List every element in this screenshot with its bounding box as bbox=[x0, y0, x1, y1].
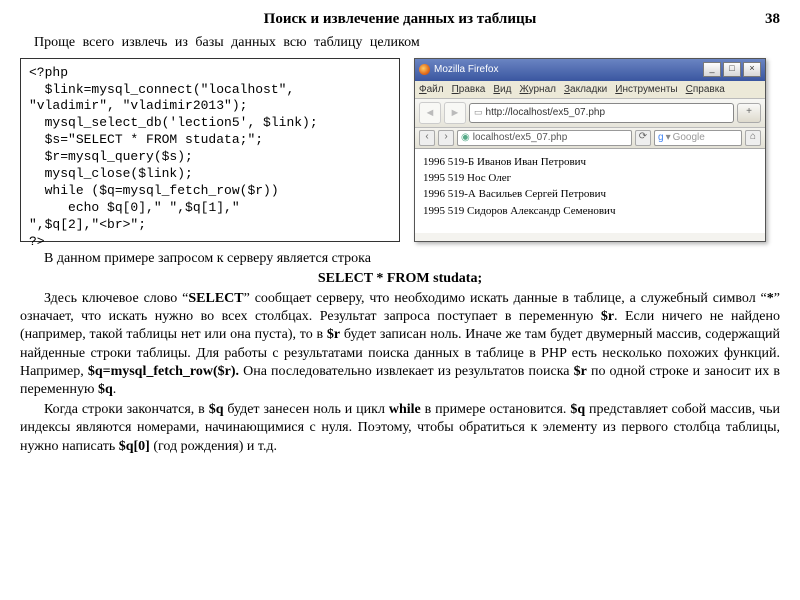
subtitle: Проще всего извлечь из базы данных всю т… bbox=[34, 34, 780, 52]
url-text: http://localhost/ex5_07.php bbox=[486, 106, 606, 119]
menu-bar: Файл Правка Вид Журнал Закладки Инструме… bbox=[415, 81, 765, 99]
home-button[interactable]: ⌂ bbox=[745, 130, 761, 146]
url-field[interactable]: ▭ http://localhost/ex5_07.php bbox=[469, 103, 734, 123]
back-button[interactable]: ◄ bbox=[419, 102, 441, 124]
nav-next-icon[interactable]: › bbox=[438, 130, 454, 146]
menu-file[interactable]: Файл bbox=[419, 83, 444, 96]
firefox-icon bbox=[419, 64, 430, 75]
globe-icon: ◉ bbox=[461, 131, 470, 144]
result-row: 1996 519-Б Иванов Иван Петрович bbox=[423, 155, 757, 169]
menu-view[interactable]: Вид bbox=[493, 83, 511, 96]
close-button[interactable]: × bbox=[743, 62, 761, 77]
window-title: Mozilla Firefox bbox=[434, 63, 498, 76]
new-tab-button[interactable]: + bbox=[737, 103, 761, 123]
maximize-button[interactable]: □ bbox=[723, 62, 741, 77]
sql-statement: SELECT * FROM studata; bbox=[20, 270, 780, 288]
menu-bookmarks[interactable]: Закладки bbox=[564, 83, 607, 96]
menu-help[interactable]: Справка bbox=[686, 83, 725, 96]
nav-toolbar: ◄ ► ▭ http://localhost/ex5_07.php + bbox=[415, 99, 765, 128]
search-field[interactable]: g ▾ Google bbox=[654, 130, 742, 146]
body-text: В данном примере запросом к серверу явля… bbox=[20, 250, 780, 456]
nav-prev-icon[interactable]: ‹ bbox=[419, 130, 435, 146]
result-row: 1996 519-А Васильев Сергей Петрович bbox=[423, 187, 757, 201]
code-block: <?php $link=mysql_connect("localhost", "… bbox=[20, 58, 400, 242]
page-number: 38 bbox=[765, 10, 780, 30]
sub-toolbar: ‹ › ◉ localhost/ex5_07.php ⟳ g ▾ Google … bbox=[415, 128, 765, 149]
page-content: 1996 519-Б Иванов Иван Петрович 1995 519… bbox=[415, 149, 765, 233]
result-row: 1995 519 Нос Олег bbox=[423, 171, 757, 185]
minimize-button[interactable]: _ bbox=[703, 62, 721, 77]
forward-button[interactable]: ► bbox=[444, 102, 466, 124]
window-titlebar: Mozilla Firefox _ □ × bbox=[415, 59, 765, 81]
stop-reload-icon[interactable]: ⟳ bbox=[635, 130, 651, 146]
google-icon: g bbox=[658, 131, 664, 144]
result-row: 1995 519 Сидоров Александр Семенович bbox=[423, 204, 757, 218]
browser-window: Mozilla Firefox _ □ × Файл Правка Вид Жу… bbox=[414, 58, 766, 242]
page-title: Поиск и извлечение данных из таблицы bbox=[20, 10, 780, 30]
menu-history[interactable]: Журнал bbox=[519, 83, 556, 96]
page-icon: ▭ bbox=[474, 107, 483, 119]
path-display[interactable]: ◉ localhost/ex5_07.php bbox=[457, 130, 632, 146]
menu-tools[interactable]: Инструменты bbox=[615, 83, 677, 96]
menu-edit[interactable]: Правка bbox=[452, 83, 486, 96]
